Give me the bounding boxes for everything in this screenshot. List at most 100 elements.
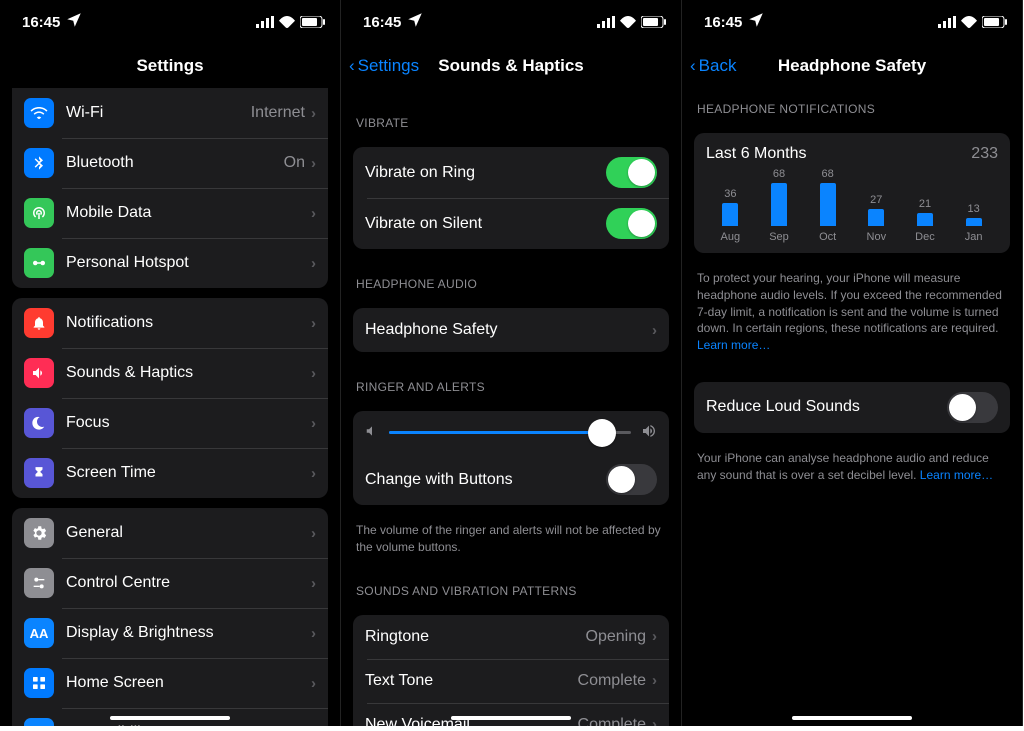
chart-bar-label: Jan — [965, 231, 983, 243]
chevron-right-icon: › — [311, 675, 316, 692]
cell-personal-hotspot[interactable]: Personal Hotspot› — [12, 238, 328, 288]
chart-bar-value: 68 — [822, 168, 834, 180]
cell-change-with-buttons[interactable]: Change with Buttons — [353, 454, 669, 505]
chevron-right-icon: › — [311, 105, 316, 122]
volume-slider-row — [353, 411, 669, 454]
back-button[interactable]: ‹ Back — [690, 56, 736, 76]
back-label: Settings — [358, 56, 419, 76]
slider-thumb[interactable] — [588, 419, 616, 447]
group-footer-ringer: The volume of the ringer and alerts will… — [341, 515, 681, 556]
chart-bar-aug: 36Aug — [710, 188, 750, 243]
hotspot-icon — [24, 248, 54, 278]
chart-bar-nov: 27Nov — [856, 194, 896, 243]
cell-home-screen[interactable]: Home Screen› — [12, 658, 328, 708]
cell-reduce-loud-sounds[interactable]: Reduce Loud Sounds — [694, 382, 1010, 433]
group-footer-notifications: To protect your hearing, your iPhone wil… — [682, 263, 1022, 354]
chevron-right-icon: › — [652, 628, 657, 645]
cell-vibrate-on-silent[interactable]: Vibrate on Silent — [353, 198, 669, 249]
cell-value: On — [284, 154, 305, 172]
grid-icon — [24, 668, 54, 698]
speaker-icon — [24, 358, 54, 388]
home-indicator[interactable] — [792, 716, 912, 720]
chevron-right-icon: › — [311, 625, 316, 642]
cell-value: Opening — [586, 628, 647, 646]
learn-more-link[interactable]: Learn more… — [920, 468, 993, 482]
chevron-right-icon: › — [311, 725, 316, 727]
antenna-icon — [24, 198, 54, 228]
cell-focus[interactable]: Focus› — [12, 398, 328, 448]
status-right-icons — [597, 16, 667, 28]
cell-notifications[interactable]: Notifications› — [12, 298, 328, 348]
cell-label: Bluetooth — [66, 154, 284, 172]
status-right-icons — [256, 16, 326, 28]
back-button[interactable]: ‹ Settings — [349, 56, 419, 76]
cell-vibrate-on-ring[interactable]: Vibrate on Ring — [353, 147, 669, 198]
chevron-right-icon: › — [311, 525, 316, 542]
chart-bar-dec: 21 Dec — [905, 198, 945, 243]
home-indicator[interactable] — [110, 716, 230, 720]
chevron-right-icon: › — [311, 255, 316, 272]
chevron-right-icon: › — [311, 205, 316, 222]
home-indicator[interactable] — [451, 716, 571, 720]
cell-label: Vibrate on Silent — [365, 215, 606, 233]
cell-text-tone[interactable]: Text ToneComplete› — [353, 659, 669, 703]
chevron-left-icon: ‹ — [349, 56, 355, 76]
chart-bar — [771, 183, 787, 226]
volume-slider[interactable] — [389, 431, 631, 434]
chart-bar-value: 36 — [724, 188, 736, 200]
cell-label: Ringtone — [365, 628, 586, 646]
status-right-icons — [938, 16, 1008, 28]
nav-bar: ‹ Back Headphone Safety — [682, 44, 1022, 88]
gear-icon — [24, 518, 54, 548]
cell-label: Mobile Data — [66, 204, 311, 222]
toggle-vibrate-ring[interactable] — [606, 157, 657, 188]
status-bar: 16:45 — [341, 0, 681, 44]
group-header-headphone: HEADPHONE AUDIO — [341, 277, 681, 298]
cell-label: Control Centre — [66, 574, 311, 592]
chart-bar-label: Dec — [915, 231, 935, 243]
cell-mobile-data[interactable]: Mobile Data› — [12, 188, 328, 238]
page-title: Headphone Safety — [778, 56, 926, 76]
chart-bar-value: 21 — [919, 198, 931, 210]
chart-bars: 36Aug68Sep68Oct27Nov21Dec13Jan — [706, 177, 998, 243]
cell-label: Screen Time — [66, 464, 311, 482]
group-header-patterns: SOUNDS AND VIBRATION PATTERNS — [341, 584, 681, 605]
cell-screen-time[interactable]: Screen Time› — [12, 448, 328, 498]
status-time: 16:45 — [704, 14, 742, 31]
chart-bar — [868, 209, 884, 226]
chevron-right-icon: › — [311, 415, 316, 432]
learn-more-link[interactable]: Learn more… — [697, 338, 770, 352]
chevron-left-icon: ‹ — [690, 56, 696, 76]
toggle-reduce-loud-sounds[interactable] — [947, 392, 998, 423]
moon-icon — [24, 408, 54, 438]
cell-label: Accessibility — [66, 724, 311, 726]
speaker-low-icon — [365, 424, 379, 441]
toggle-change-buttons[interactable] — [606, 464, 657, 495]
chevron-right-icon: › — [652, 716, 657, 726]
cell-sounds-haptics[interactable]: Sounds & Haptics› — [12, 348, 328, 398]
chart-bar — [820, 183, 836, 226]
cell-control-centre[interactable]: Control Centre› — [12, 558, 328, 608]
cell-ringtone[interactable]: RingtoneOpening › — [353, 615, 669, 659]
cell-general[interactable]: General› — [12, 508, 328, 558]
hourglass-icon — [24, 458, 54, 488]
cell-bluetooth[interactable]: BluetoothOn› — [12, 138, 328, 188]
status-time: 16:45 — [22, 14, 60, 31]
cell-display-brightness[interactable]: AADisplay & Brightness› — [12, 608, 328, 658]
cell-value: Complete — [578, 716, 646, 726]
cell-headphone-safety[interactable]: Headphone Safety › — [353, 308, 669, 352]
group-header-ringer: RINGER AND ALERTS — [341, 380, 681, 401]
group-header-notifications: HEADPHONE NOTIFICATIONS — [682, 102, 1022, 123]
speaker-high-icon — [641, 423, 657, 442]
status-time: 16:45 — [363, 14, 401, 31]
cell-label: Vibrate on Ring — [365, 164, 606, 182]
cell-new-voicemail[interactable]: New VoicemailComplete› — [353, 703, 669, 726]
chart-bar — [917, 213, 933, 226]
chevron-right-icon: › — [311, 575, 316, 592]
chart-bar-value: 13 — [967, 203, 979, 215]
cell-label: Reduce Loud Sounds — [706, 398, 947, 416]
cell-wi-fi[interactable]: Wi-FiInternet› — [12, 88, 328, 138]
cell-label: Sounds & Haptics — [66, 364, 311, 382]
toggle-vibrate-silent[interactable] — [606, 208, 657, 239]
wifi-icon — [24, 98, 54, 128]
